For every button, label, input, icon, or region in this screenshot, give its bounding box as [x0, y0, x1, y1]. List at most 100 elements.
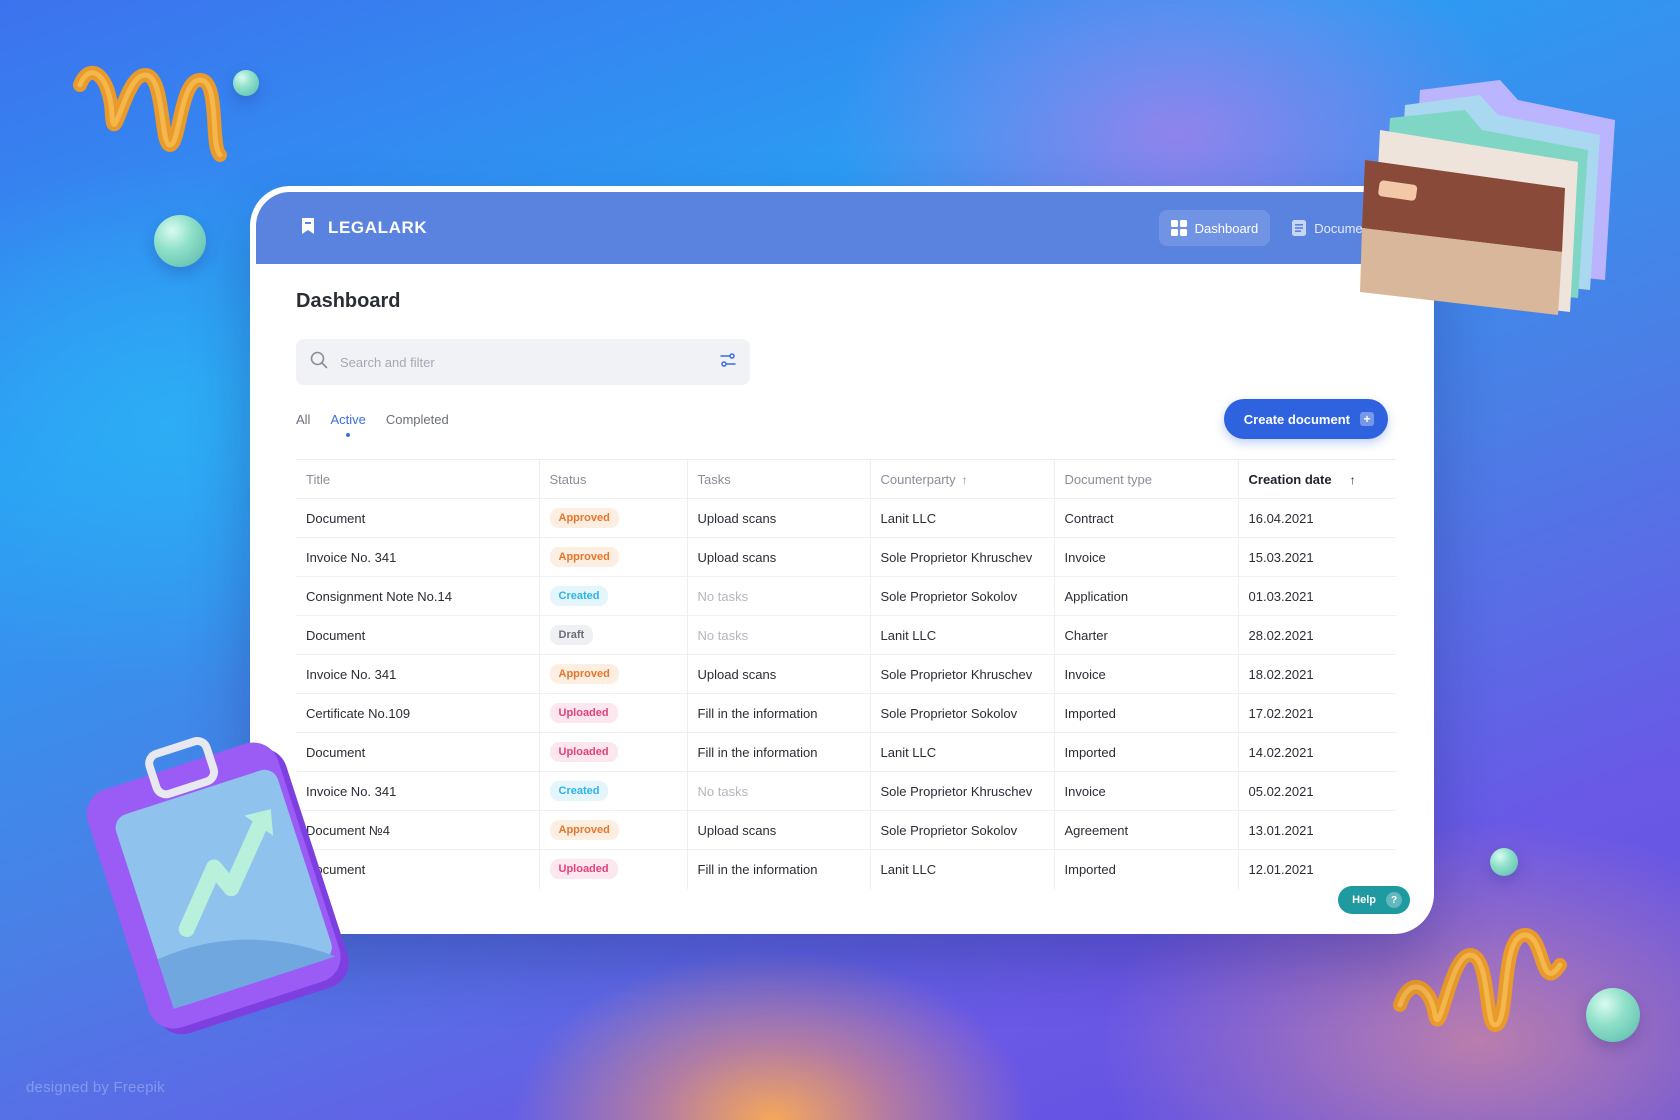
help-label: Help	[1352, 894, 1376, 906]
cell-counterparty: Sole Proprietor Sokolov	[870, 810, 1055, 850]
tab-all[interactable]: All	[296, 412, 310, 427]
cell-counterparty: Sole Proprietor Khruschev	[870, 771, 1055, 811]
status-badge: Approved	[549, 664, 619, 684]
app-window: LEGALARK Dashboard Documents Dashboard S…	[250, 186, 1434, 934]
cell-counterparty: Lanit LLC	[870, 498, 1055, 538]
cell-tasks: No tasks	[687, 615, 871, 655]
sort-arrow-up-icon: ↑	[1349, 472, 1356, 487]
column-header-creation-date[interactable]: Creation date ↑	[1238, 459, 1396, 499]
cell-document-type: Imported	[1054, 849, 1239, 889]
squiggle-decoration-top-left	[73, 65, 227, 162]
column-header-document-type[interactable]: Document type	[1054, 459, 1239, 499]
cell-status: Created	[539, 576, 688, 616]
search-icon	[310, 351, 328, 374]
status-badge: Uploaded	[549, 742, 618, 762]
cell-counterparty: Lanit LLC	[870, 849, 1055, 889]
cell-counterparty: Sole Proprietor Sokolov	[870, 576, 1055, 616]
status-badge: Approved	[549, 547, 619, 567]
watermark: designed by Freepik	[26, 1079, 165, 1096]
cell-document-type: Invoice	[1054, 654, 1239, 694]
table-row[interactable]: Invoice No. 341 Approved Upload scans Sole …	[296, 654, 1396, 694]
cell-counterparty: Sole Proprietor Khruschev	[870, 537, 1055, 577]
status-badge: Uploaded	[549, 859, 618, 880]
bookmark-logo-icon	[300, 217, 316, 240]
cell-creation-date: 12.01.2021	[1238, 849, 1396, 889]
bubble-decoration	[1586, 988, 1640, 1042]
cell-status: Draft	[539, 615, 688, 655]
cell-creation-date: 01.03.2021	[1238, 576, 1396, 616]
tab-active[interactable]: Active	[330, 412, 366, 437]
cell-tasks: Fill in the information	[687, 693, 871, 733]
cell-status: Uploaded	[539, 849, 688, 889]
cell-document-type: Agreement	[1054, 810, 1239, 850]
app-name: LEGALARK	[328, 218, 428, 237]
search-bar[interactable]	[296, 339, 750, 385]
cell-document-type: Invoice	[1054, 771, 1239, 811]
table-row[interactable]: Document №4 Approved Upload scans Sole Prop…	[296, 810, 1396, 850]
cell-tasks: No tasks	[687, 576, 871, 616]
filter-sliders-icon[interactable]	[720, 352, 736, 372]
tab-completed[interactable]: Completed	[386, 412, 449, 427]
column-header-status[interactable]: Status	[539, 459, 688, 499]
column-header-title[interactable]: Title	[296, 459, 540, 499]
table-row[interactable]: Certificate No.109 Uploaded Fill in the in…	[296, 693, 1396, 733]
cell-status: Uploaded	[539, 693, 688, 733]
status-badge: Approved	[549, 820, 619, 840]
table-row[interactable]: Consignment Note No.14 Created No tasks Sol…	[296, 576, 1396, 616]
cell-title: Consignment Note No.14	[296, 576, 540, 616]
table-body: Document Approved Upload scans Lanit LLC Con…	[296, 498, 1396, 889]
cell-status: Approved	[539, 498, 688, 538]
status-badge: Approved	[549, 508, 619, 528]
bubble-decoration	[154, 215, 206, 267]
document-list-icon	[1292, 220, 1307, 236]
grid-icon	[1170, 220, 1187, 236]
cell-tasks: Upload scans	[687, 654, 871, 694]
column-header-counterparty[interactable]: Counterparty ↑	[870, 459, 1055, 499]
cell-creation-date: 28.02.2021	[1238, 615, 1396, 655]
table-row[interactable]: Document Uploaded Fill in the information L…	[296, 732, 1396, 772]
cell-status: Approved	[539, 654, 688, 694]
sort-arrow-up-icon: ↑	[961, 472, 968, 487]
table-row[interactable]: Document Uploaded Fill in the information L…	[296, 849, 1396, 889]
bubble-decoration	[1490, 848, 1518, 876]
documents-table: Title Status Tasks Counterparty ↑ Documen…	[296, 459, 1396, 889]
nav-item-dashboard[interactable]: Dashboard	[1158, 210, 1271, 246]
cell-document-type: Imported	[1054, 693, 1239, 733]
status-badge: Created	[549, 586, 609, 606]
status-badge: Created	[549, 781, 609, 801]
cell-title: Invoice No. 341	[296, 654, 540, 694]
plus-icon: +	[1360, 412, 1374, 426]
question-icon: ?	[1386, 892, 1402, 908]
nav-item-label: Dashboard	[1194, 220, 1259, 236]
table-row[interactable]: Invoice No. 341 Created No tasks Sole Propr…	[296, 771, 1396, 811]
page-title: Dashboard	[296, 290, 401, 312]
cell-creation-date: 15.03.2021	[1238, 537, 1396, 577]
status-badge: Draft	[549, 625, 594, 645]
cell-status: Created	[539, 771, 688, 811]
column-header-tasks[interactable]: Tasks	[687, 459, 871, 499]
list-toolbar: All Active Completed Create document +	[296, 399, 1388, 439]
help-button[interactable]: Help ?	[1338, 886, 1410, 914]
cell-creation-date: 16.04.2021	[1238, 498, 1396, 538]
cell-tasks: Upload scans	[687, 498, 871, 538]
cell-counterparty: Lanit LLC	[870, 732, 1055, 772]
top-navigation-bar: LEGALARK Dashboard Documents	[256, 192, 1428, 264]
main-content: Dashboard All Active	[256, 264, 1428, 889]
cell-document-type: Invoice	[1054, 537, 1239, 577]
table-header-row: Title Status Tasks Counterparty ↑ Documen…	[296, 459, 1396, 499]
table-row[interactable]: Document Draft No tasks Lanit LLC Charter 28.…	[296, 615, 1396, 655]
table-row[interactable]: Document Approved Upload scans Lanit LLC Con…	[296, 498, 1396, 538]
cell-document-type: Imported	[1054, 732, 1239, 772]
cell-tasks: Fill in the information	[687, 732, 871, 772]
cell-title: Invoice No. 341	[296, 537, 540, 577]
cell-title: Document	[296, 498, 540, 538]
cell-creation-date: 18.02.2021	[1238, 654, 1396, 694]
table-row[interactable]: Invoice No. 341 Approved Upload scans Sole …	[296, 537, 1396, 577]
cell-creation-date: 17.02.2021	[1238, 693, 1396, 733]
search-input[interactable]	[340, 354, 708, 370]
brand[interactable]: LEGALARK	[300, 217, 427, 240]
create-document-button[interactable]: Create document +	[1223, 399, 1388, 439]
cell-creation-date: 05.02.2021	[1238, 771, 1396, 811]
cell-counterparty: Sole Proprietor Khruschev	[870, 654, 1055, 694]
cell-status: Approved	[539, 810, 688, 850]
